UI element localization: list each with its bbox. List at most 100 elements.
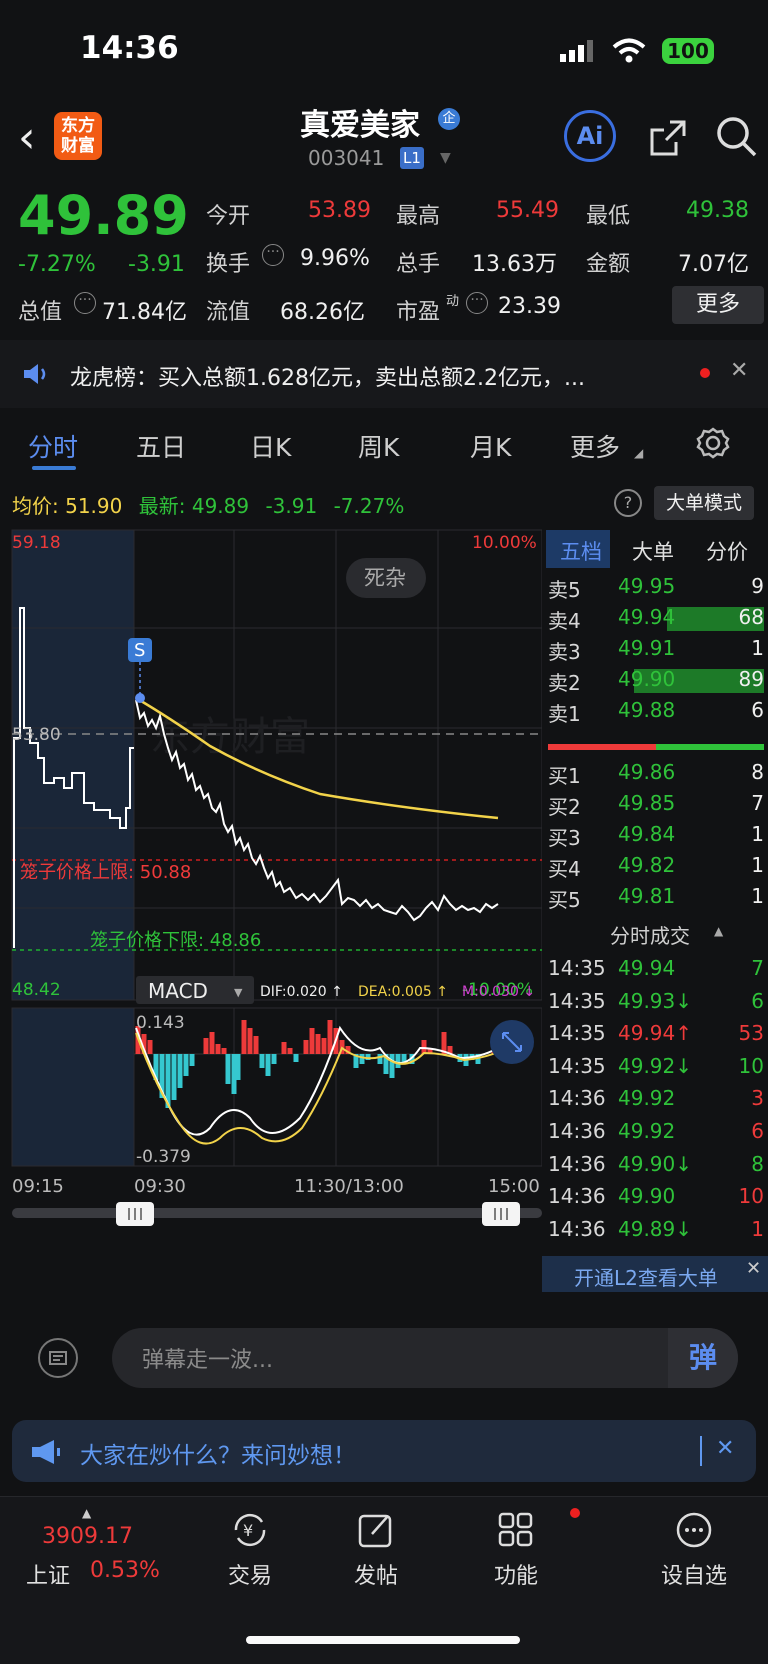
tab-five-day[interactable]: 五日 [136,428,186,464]
trade-volume: 53 [738,1021,764,1046]
tab-more-caret: ◢ [634,446,644,460]
nav-trade[interactable]: 交易 [200,1558,300,1590]
book-tab-five[interactable]: 五档 [560,536,602,566]
post-icon[interactable] [326,1508,426,1556]
trade-icon[interactable]: ¥ [200,1508,300,1556]
danmaku-settings-icon[interactable] [38,1338,78,1378]
danmaku-placeholder[interactable]: 弹幕走一波... [142,1342,273,1374]
tab-intraday[interactable]: 分时 [28,428,78,464]
tab-weekly-k[interactable]: 周K [358,428,399,464]
bid-label: 买4 [548,857,581,881]
bid-label: 买5 [548,888,581,912]
bid-row[interactable]: 买4 49.82 1 [548,853,764,883]
book-tab-big[interactable]: 大单 [632,536,674,566]
nav-watchlist[interactable]: 设自选 [644,1558,744,1590]
ask-label: 卖4 [548,609,581,633]
marker-letter: S [134,640,145,661]
trade-price: 49.89↓ [618,1216,693,1241]
help-icon[interactable]: ? [614,489,642,517]
danmaku-send-button[interactable]: 弹 [668,1328,738,1388]
bid-row[interactable]: 买2 49.85 7 [548,791,764,821]
close-icon[interactable]: ✕ [730,358,748,383]
l2-banner-text[interactable]: 开通L2查看大单 [574,1262,718,1291]
open-label: 今开 [206,204,251,229]
intraday-chart[interactable]: 东方财富 S 死杂 59.18 10.00% 53.80 48.42 -10.0… [0,528,542,1278]
ask-row[interactable]: 卖5 49.95 9 [548,574,764,604]
upper-limit-label: 笼子价格上限: 50.88 [20,862,191,883]
book-tab-price[interactable]: 分价 [706,536,748,566]
tab-more[interactable]: 更多 [570,428,620,464]
change-percent: -7.27% [18,252,96,277]
index-value[interactable]: 3909.17 [42,1524,133,1549]
trade-volume: 6 [751,1119,764,1143]
back-icon[interactable]: ‹ [18,112,36,163]
info-icon[interactable]: ··· [466,292,488,314]
bid-row[interactable]: 买5 49.81 1 [548,884,764,914]
y-top-left: 59.18 [12,533,61,553]
ask-row[interactable]: 卖2 49.90 89 [548,667,764,697]
float-label: 流值 [206,300,251,325]
dropdown-icon[interactable]: ▼ [440,150,451,166]
close-icon[interactable]: ✕ [716,1436,734,1461]
trade-time: 14:36 [548,1086,606,1111]
ask-text[interactable]: 大家在炒什么？来问妙想！ [80,1436,356,1470]
tab-daily-k[interactable]: 日K [250,428,291,464]
ask-row[interactable]: 卖1 49.88 6 [548,698,764,728]
ask-price: 49.90 [618,667,676,691]
tab-monthly-k[interactable]: 月K [470,428,511,464]
bid-row[interactable]: 买1 49.86 8 [548,760,764,790]
index-name[interactable]: 上证 [26,1558,70,1590]
trade-volume: 7 [751,956,764,980]
ask-row[interactable]: 卖3 49.91 1 [548,636,764,666]
range-track[interactable] [12,1208,542,1218]
trade-row: 14:35 49.94↑ 53 [548,1021,764,1051]
ai-button[interactable]: Ai [564,110,616,162]
trade-volume: 3 [751,1086,764,1111]
share-icon[interactable] [648,118,688,162]
trade-row: 14:36 49.89↓ 1 [548,1217,764,1247]
bid-price: 49.85 [618,791,676,815]
bid-row[interactable]: 买3 49.84 1 [548,822,764,852]
trades-caret: ▲ [714,924,724,938]
signal-icon [560,40,594,66]
search-icon[interactable] [716,116,758,162]
ask-row[interactable]: 卖4 49.94 68 [548,605,764,635]
bid-label: 买1 [548,764,581,788]
nav-function[interactable]: 功能 [466,1558,566,1590]
y-bot-left: 48.42 [12,980,61,1000]
change-amount: -3.91 [128,252,185,277]
trade-row: 14:36 49.90↓ 8 [548,1152,764,1182]
trade-time: 14:35 [548,956,606,980]
trade-price: 49.94↑ [618,1021,693,1046]
index-pct[interactable]: 0.53% [90,1558,160,1583]
dif-label: DIF:0.020 ↑ [260,984,343,1000]
notice-text[interactable]: 龙虎榜：买入总额1.628亿元，卖出总额2.2亿元，... [70,360,585,392]
big-order-mode-button[interactable]: 大单模式 [654,486,754,520]
trade-price: 49.93↓ [618,988,693,1013]
wifi-icon [612,38,646,68]
index-caret-icon: ▲ [82,1506,92,1520]
trade-row: 14:36 49.92 6 [548,1119,764,1149]
speaker-icon [22,362,50,390]
m-label: M:0.030 ↓ [462,984,535,1000]
amount-value: 7.07亿 [678,252,749,277]
trade-row: 14:35 49.94 7 [548,956,764,986]
level-badge[interactable]: L1 [400,147,424,169]
y-mid: 53.80 [12,725,61,745]
volume-label: 总手 [396,252,441,277]
gear-icon[interactable] [696,426,730,464]
x-label-1130: 11:30/13:00 [294,1176,404,1197]
bid-price: 49.84 [618,822,676,846]
watchlist-icon[interactable] [644,1508,744,1556]
nav-post[interactable]: 发帖 [326,1558,426,1590]
more-button[interactable]: 更多 [672,286,764,324]
high-label: 最高 [396,204,441,229]
trade-volume: 1 [751,1216,764,1241]
info-icon[interactable]: ··· [262,244,284,266]
function-icon[interactable] [466,1508,566,1556]
close-icon[interactable]: ✕ [746,1258,761,1279]
volume-value: 13.63万 [472,252,557,277]
ask-label: 卖3 [548,640,581,664]
trade-time: 14:36 [548,1119,606,1143]
info-icon[interactable]: ··· [74,292,96,314]
